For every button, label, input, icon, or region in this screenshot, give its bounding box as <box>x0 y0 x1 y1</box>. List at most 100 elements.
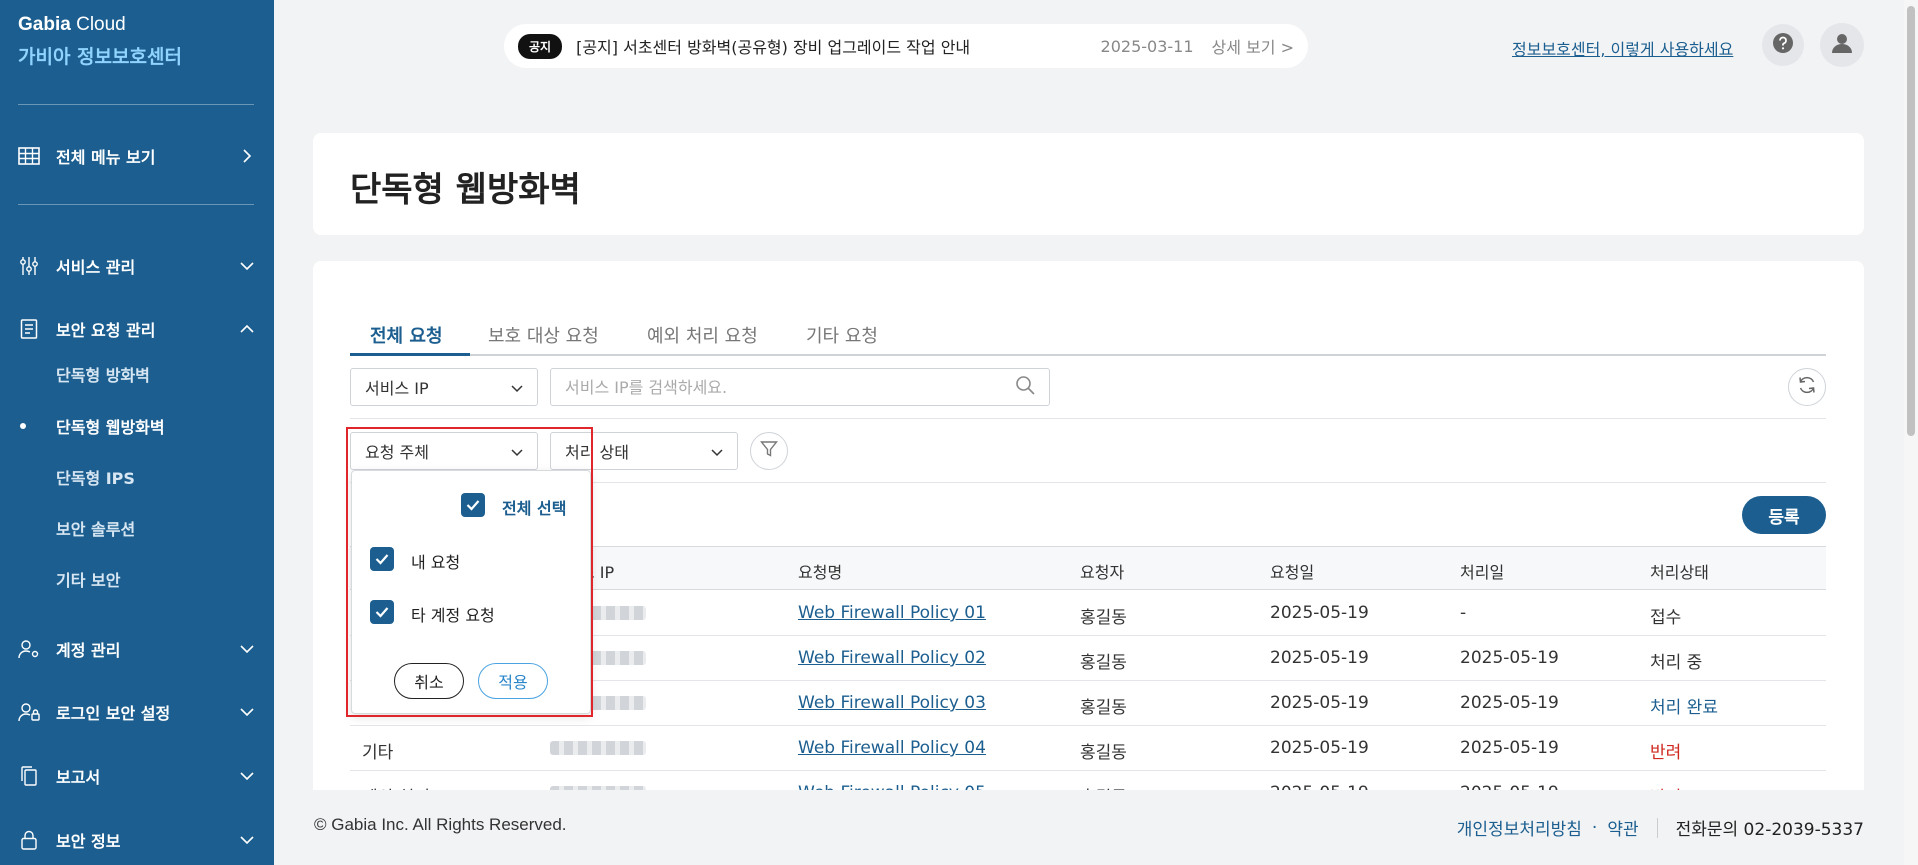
phone-contact: 전화문의 02-2039-5337 <box>1675 820 1864 840</box>
search-box[interactable] <box>550 368 1050 406</box>
cell-status: 접수 <box>1650 608 1682 628</box>
col-header-requester: 요청자 <box>1080 563 1125 582</box>
brand-suffix: Cloud <box>70 14 126 35</box>
tab-protection[interactable]: 보호 대상 요청 <box>488 322 599 348</box>
search-input[interactable] <box>565 377 1015 397</box>
user-gear-icon <box>18 638 40 660</box>
sidebar-item-label: 보안 요청 관리 <box>56 321 156 340</box>
lock-icon <box>18 829 40 851</box>
copy-icon <box>18 765 40 787</box>
apply-button[interactable]: 적용 <box>478 663 548 699</box>
search-type-value: 서비스 IP <box>365 379 429 398</box>
requester-filter-select[interactable]: 요청 주체 <box>350 432 538 470</box>
cell-done-date: 2025-05-19 <box>1460 648 1559 668</box>
cell-status: 처리 중 <box>1650 653 1703 673</box>
col-header-done-date: 처리일 <box>1460 563 1505 582</box>
footer: © Gabia Inc. All Rights Reserved. 개인정보처리… <box>274 790 1918 865</box>
sidebar-divider <box>18 104 254 105</box>
sidebar-sub-solution[interactable]: 보안 솔루션 <box>56 516 135 540</box>
sidebar-sub-firewall[interactable]: 단독형 방화벽 <box>56 362 150 386</box>
cell-request-name[interactable]: Web Firewall Policy 04 <box>798 738 986 758</box>
help-guide-link[interactable]: 정보보호센터, 이렇게 사용하세요 <box>1512 36 1733 60</box>
sidebar-item-report[interactable]: 보고서 <box>18 761 256 791</box>
chevron-right-icon <box>238 147 256 165</box>
question-icon <box>1772 32 1794 58</box>
sidebar-item-account[interactable]: 계정 관리 <box>18 634 256 664</box>
table-row[interactable]: 기타 Web Firewall Policy 04 홍길동 2025-05-19… <box>350 726 1826 771</box>
tab-exception[interactable]: 예외 처리 요청 <box>647 322 758 348</box>
chevron-down-icon <box>238 640 256 658</box>
active-tab-indicator <box>350 353 470 356</box>
option-other-account-checkbox[interactable] <box>370 600 394 624</box>
brand-subtitle: 가비아 정보보호센터 <box>18 46 182 68</box>
cell-type: 기타 <box>362 743 394 763</box>
search-type-select[interactable]: 서비스 IP <box>350 368 538 406</box>
option-my-request-checkbox[interactable] <box>370 547 394 571</box>
cancel-button[interactable]: 취소 <box>394 663 464 699</box>
requester-filter-value: 요청 주체 <box>365 443 429 462</box>
sidebar-item-security-info[interactable]: 보안 정보 <box>18 825 256 855</box>
footer-links: 개인정보처리방침 · 약관 전화문의 02-2039-5337 <box>1457 815 1864 840</box>
separator-bar <box>1656 817 1658 838</box>
scrollbar-thumb[interactable] <box>1907 6 1915 436</box>
col-header-status: 처리상태 <box>1650 563 1709 582</box>
status-filter-select[interactable]: 처리 상태 <box>550 432 738 470</box>
notice-more-link[interactable]: 상세 보기 > <box>1212 34 1294 58</box>
sidebar-item-label: 계정 관리 <box>56 641 121 660</box>
check-icon <box>375 603 389 622</box>
profile-button[interactable] <box>1820 23 1864 67</box>
cell-request-date: 2025-05-19 <box>1270 648 1369 668</box>
user-lock-icon <box>18 701 40 723</box>
terms-link[interactable]: 약관 <box>1607 815 1638 840</box>
active-indicator <box>20 423 26 429</box>
check-icon <box>375 550 389 569</box>
user-icon <box>1830 31 1854 59</box>
refresh-button[interactable] <box>1788 368 1826 406</box>
check-icon <box>466 496 480 515</box>
select-all-label[interactable]: 전체 선택 <box>502 495 566 519</box>
brand-logo[interactable]: Gabia Cloud 가비아 정보보호센터 <box>18 14 182 69</box>
help-button[interactable] <box>1762 24 1804 66</box>
select-all-checkbox[interactable] <box>461 493 485 517</box>
page-title: 단독형 웹방화벽 <box>350 170 581 210</box>
cell-requester: 홍길동 <box>1080 698 1127 718</box>
cell-status: 반려 <box>1650 743 1682 763</box>
sidebar-item-label: 보고서 <box>56 768 101 787</box>
cell-requester: 홍길동 <box>1080 743 1127 763</box>
search-icon[interactable] <box>1015 375 1035 399</box>
privacy-policy-link[interactable]: 개인정보처리방침 <box>1457 815 1582 840</box>
sidebar: Gabia Cloud 가비아 정보보호센터 전체 메뉴 보기 서비스 관리 보… <box>0 0 274 865</box>
tab-other[interactable]: 기타 요청 <box>806 322 878 348</box>
register-button[interactable]: 등록 <box>1742 496 1826 534</box>
page-scrollbar[interactable] <box>1904 0 1918 865</box>
cell-requester: 홍길동 <box>1080 653 1127 673</box>
sidebar-item-login-security[interactable]: 로그인 보안 설정 <box>18 697 256 727</box>
document-icon <box>18 318 40 340</box>
sidebar-sub-web-firewall[interactable]: 단독형 웹방화벽 <box>56 414 165 438</box>
filter-icon <box>760 440 778 462</box>
sidebar-divider <box>18 204 254 205</box>
notice-banner[interactable]: 공지 [공지] 서초센터 방화벽(공유형) 장비 업그레이드 작업 안내 202… <box>504 24 1308 68</box>
notice-date: 2025-03-11 <box>1100 36 1194 56</box>
chevron-down-icon <box>238 257 256 275</box>
all-menu-button[interactable]: 전체 메뉴 보기 <box>18 141 256 171</box>
cell-request-name[interactable]: Web Firewall Policy 02 <box>798 648 986 668</box>
cell-request-date: 2025-05-19 <box>1270 603 1369 623</box>
chevron-down-icon <box>238 831 256 849</box>
chevron-down-icon <box>238 767 256 785</box>
grid-icon <box>18 145 40 167</box>
option-my-request-label[interactable]: 내 요청 <box>411 549 460 573</box>
cell-request-name[interactable]: Web Firewall Policy 03 <box>798 693 986 713</box>
sidebar-sub-ips[interactable]: 단독형 IPS <box>56 465 135 489</box>
notice-text[interactable]: [공지] 서초센터 방화벽(공유형) 장비 업그레이드 작업 안내 <box>576 34 1100 58</box>
option-other-account-label[interactable]: 타 계정 요청 <box>411 602 495 626</box>
filter-button[interactable] <box>750 432 788 470</box>
cell-request-name[interactable]: Web Firewall Policy 01 <box>798 603 986 623</box>
sidebar-sub-etc[interactable]: 기타 보안 <box>56 567 120 591</box>
sidebar-item-service[interactable]: 서비스 관리 <box>18 251 256 281</box>
sidebar-item-security-request[interactable]: 보안 요청 관리 <box>18 314 256 344</box>
sidebar-item-label: 서비스 관리 <box>56 258 136 277</box>
sidebar-item-label: 로그인 보안 설정 <box>56 704 171 723</box>
tab-all[interactable]: 전체 요청 <box>370 322 443 348</box>
sidebar-item-label: 보안 정보 <box>56 832 121 851</box>
